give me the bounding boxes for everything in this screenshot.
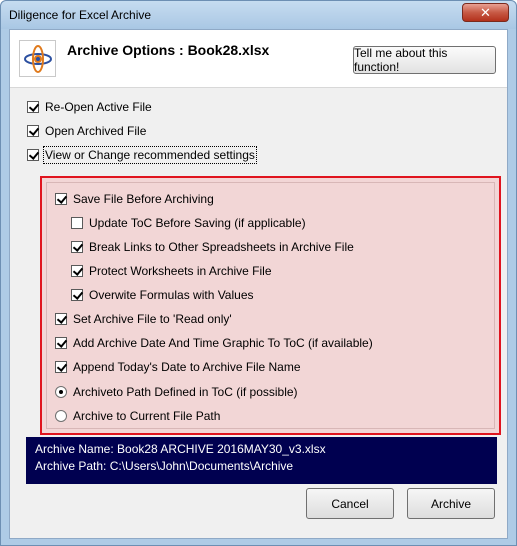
option-protect-worksheets[interactable]: Protect Worksheets in Archive File	[71, 263, 272, 279]
checkbox-read-only[interactable]	[55, 313, 67, 325]
option-label: Overwite Formulas with Values	[89, 288, 254, 302]
radio-toc-path[interactable]: Archiveto Path Defined in ToC (if possib…	[55, 384, 298, 400]
dialog-window: Diligence for Excel Archive ✕ Archive Op…	[0, 0, 517, 546]
archive-info-panel: Archive Name: Book28 ARCHIVE 2016MAY30_v…	[26, 437, 497, 484]
option-overwrite-formulas[interactable]: Overwite Formulas with Values	[71, 287, 254, 303]
checkbox-view-settings[interactable]	[27, 149, 39, 161]
option-label: Break Links to Other Spreadsheets in Arc…	[89, 240, 354, 254]
close-icon: ✕	[480, 4, 491, 20]
option-label: Update ToC Before Saving (if applicable)	[89, 216, 306, 230]
help-button[interactable]: Tell me about this function!	[353, 46, 496, 74]
cancel-button[interactable]: Cancel	[306, 488, 394, 519]
checkbox-append-date[interactable]	[55, 361, 67, 373]
option-label: Save File Before Archiving	[73, 192, 214, 206]
archive-name-text: Archive Name: Book28 ARCHIVE 2016MAY30_v…	[35, 442, 326, 456]
checkbox-update-toc[interactable]	[71, 217, 83, 229]
radio-current-path[interactable]: Archive to Current File Path	[55, 408, 220, 424]
option-update-toc[interactable]: Update ToC Before Saving (if applicable)	[71, 215, 306, 231]
option-view-settings[interactable]: View or Change recommended settings	[27, 146, 257, 164]
checkbox-overwrite-formulas[interactable]	[71, 289, 83, 301]
option-add-date-graphic[interactable]: Add Archive Date And Time Graphic To ToC…	[55, 335, 373, 351]
checkbox-save-before[interactable]	[55, 193, 67, 205]
dialog-body: Archive Options : Book28.xlsx Tell me ab…	[9, 29, 508, 539]
option-label: Append Today's Date to Archive File Name	[73, 360, 301, 374]
archive-button[interactable]: Archive	[407, 488, 495, 519]
option-label: Add Archive Date And Time Graphic To ToC…	[73, 336, 373, 350]
option-reopen-active[interactable]: Re-Open Active File	[27, 99, 152, 115]
option-label: Open Archived File	[45, 124, 147, 138]
radio-button-toc-path[interactable]	[55, 386, 67, 398]
radio-label: Archive to Current File Path	[73, 409, 221, 423]
option-save-before[interactable]: Save File Before Archiving	[55, 191, 214, 207]
window-title: Diligence for Excel Archive	[9, 8, 152, 22]
title-bar[interactable]: Diligence for Excel Archive ✕	[1, 1, 516, 29]
option-label: Re-Open Active File	[45, 100, 152, 114]
option-label: Protect Worksheets in Archive File	[89, 264, 272, 278]
option-open-archived[interactable]: Open Archived File	[27, 123, 146, 139]
checkbox-add-date-graphic[interactable]	[55, 337, 67, 349]
option-break-links[interactable]: Break Links to Other Spreadsheets in Arc…	[71, 239, 354, 255]
option-label: Set Archive File to 'Read only'	[73, 312, 232, 326]
dialog-title: Archive Options : Book28.xlsx	[67, 42, 270, 58]
checkbox-reopen-active[interactable]	[27, 101, 39, 113]
checkbox-open-archived[interactable]	[27, 125, 39, 137]
option-label: View or Change recommended settings	[43, 146, 257, 164]
close-button[interactable]: ✕	[462, 3, 509, 22]
checkbox-protect-worksheets[interactable]	[71, 265, 83, 277]
option-read-only[interactable]: Set Archive File to 'Read only'	[55, 311, 232, 327]
recommended-settings-group: Save File Before Archiving Update ToC Be…	[40, 176, 501, 435]
checkbox-break-links[interactable]	[71, 241, 83, 253]
option-append-date[interactable]: Append Today's Date to Archive File Name	[55, 359, 301, 375]
dialog-header: Archive Options : Book28.xlsx Tell me ab…	[10, 30, 507, 88]
radio-label: Archiveto Path Defined in ToC (if possib…	[73, 385, 298, 399]
archive-path-text: Archive Path: C:\Users\John\Documents\Ar…	[35, 459, 294, 473]
diligence-logo-icon	[19, 40, 56, 77]
radio-button-current-path[interactable]	[55, 410, 67, 422]
